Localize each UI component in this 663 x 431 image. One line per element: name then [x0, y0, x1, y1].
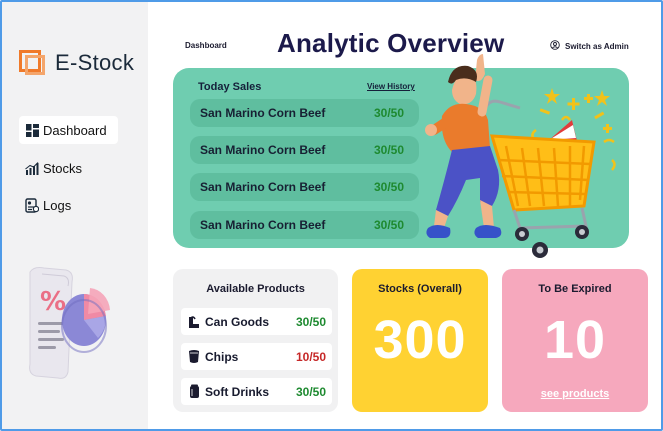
stocks-overall-value: 300	[373, 310, 467, 370]
sales-row-name: San Marino Corn Beef	[200, 106, 326, 120]
product-count: 30/50	[295, 384, 326, 399]
sales-row-count: 30/50	[373, 218, 404, 232]
product-row[interactable]: Chips 10/50	[181, 343, 332, 370]
sidebar-item-label: Stocks	[43, 160, 83, 176]
product-count: 10/50	[295, 349, 326, 364]
logo-icon	[19, 50, 47, 76]
today-sales-title: Today Sales	[198, 81, 262, 93]
sidebar-item-label: Dashboard	[43, 122, 107, 138]
product-row[interactable]: Soft Drinks 30/50	[181, 378, 332, 405]
logs-icon	[25, 197, 39, 213]
stocks-overall-card[interactable]: Stocks (Overall) 300	[352, 269, 488, 412]
shopper-cart-illustration	[422, 50, 627, 268]
app-logo[interactable]: E-Stock	[19, 50, 134, 76]
view-history-link[interactable]: View History	[367, 82, 415, 91]
sidebar-item-dashboard[interactable]: Dashboard	[19, 116, 118, 144]
svg-text:%: %	[40, 287, 66, 317]
bar-chart-icon	[25, 161, 39, 175]
to-be-expired-title: To Be Expired	[538, 283, 612, 295]
sales-row-name: San Marino Corn Beef	[200, 143, 326, 157]
dashboard-icon	[25, 123, 39, 137]
sidebar-item-label: Logs	[43, 197, 72, 213]
sales-row-name: San Marino Corn Beef	[200, 180, 326, 194]
to-be-expired-value: 10	[543, 310, 607, 370]
product-row[interactable]: Can Goods 30/50	[181, 308, 332, 335]
sales-row-count: 30/50	[373, 106, 404, 120]
app-name: E-Stock	[55, 50, 135, 75]
product-name: Chips	[205, 349, 239, 364]
sidebar-item-logs[interactable]: Logs	[19, 191, 118, 219]
sales-row-name: San Marino Corn Beef	[200, 218, 326, 232]
sidebar-item-stocks[interactable]: Stocks	[19, 154, 118, 182]
sales-row-count: 30/50	[373, 180, 404, 194]
sales-row[interactable]: San Marino Corn Beef 30/50	[190, 136, 419, 164]
breadcrumb[interactable]: Dashboard	[185, 41, 227, 50]
available-products-title: Available Products	[206, 283, 305, 295]
see-products-link[interactable]: see products	[502, 388, 648, 400]
sales-row[interactable]: San Marino Corn Beef 30/50	[190, 173, 419, 201]
stocks-overall-title: Stocks (Overall)	[378, 283, 462, 295]
product-name: Can Goods	[205, 314, 270, 329]
can-icon	[187, 314, 201, 330]
sales-row-count: 30/50	[373, 143, 404, 157]
product-name: Soft Drinks	[205, 384, 270, 399]
soda-icon	[187, 384, 201, 400]
product-count: 30/50	[295, 314, 326, 329]
sales-row[interactable]: San Marino Corn Beef 30/50	[190, 211, 419, 239]
app-window: E-Stock Dashboard Stocks Logs % Dashboar…	[0, 0, 663, 431]
chips-icon	[187, 349, 201, 365]
report-illustration: %	[20, 264, 120, 384]
sales-row[interactable]: San Marino Corn Beef 30/50	[190, 99, 419, 127]
sidebar: E-Stock Dashboard Stocks Logs %	[2, 2, 148, 429]
to-be-expired-card: To Be Expired 10 see products	[502, 269, 648, 412]
